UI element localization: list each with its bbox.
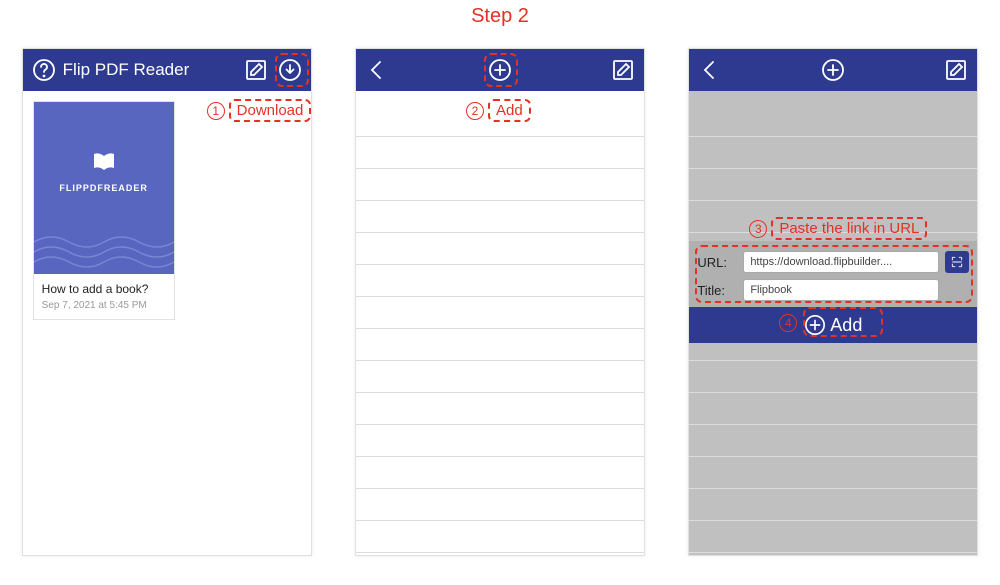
- add-button-label: Add: [830, 315, 862, 336]
- annotation-3-number: 3: [749, 220, 767, 238]
- annotation-1-text: Download: [229, 99, 312, 122]
- phone-screenshot-2: 2 Add: [355, 48, 645, 556]
- book-title: How to add a book?: [34, 274, 174, 300]
- annotation-1: 1 Download: [207, 99, 312, 122]
- phone-screenshot-3: URL: https://download.flipbuilder.... Ti…: [688, 48, 978, 556]
- phone-screenshot-1: Flip PDF Reader FLIPPDFREADER: [22, 48, 312, 556]
- title-input[interactable]: Flipbook: [743, 279, 939, 301]
- annotation-4-number: 4: [779, 314, 797, 332]
- url-input[interactable]: https://download.flipbuilder....: [743, 251, 939, 273]
- list-row: [356, 297, 644, 329]
- qr-scan-icon[interactable]: [945, 251, 969, 273]
- list-row: [356, 393, 644, 425]
- navbar-1: Flip PDF Reader: [23, 49, 311, 91]
- list-row: [689, 105, 977, 137]
- annotation-4: 4: [779, 314, 797, 332]
- book-cover: FLIPPDFREADER: [34, 102, 174, 274]
- title-label: Title:: [697, 283, 737, 298]
- list-row: [356, 329, 644, 361]
- book-date: Sep 7, 2021 at 5:45 PM: [34, 300, 174, 319]
- list-row: [356, 425, 644, 457]
- list-row: [356, 489, 644, 521]
- navbar-3: [689, 49, 977, 91]
- add-button[interactable]: Add: [689, 307, 977, 343]
- list-row: [689, 169, 977, 201]
- url-form-panel: URL: https://download.flipbuilder.... Ti…: [689, 241, 977, 343]
- back-icon[interactable]: [362, 55, 392, 85]
- waves-decoration: [34, 232, 174, 274]
- list-row: [356, 521, 644, 553]
- phones-row: Flip PDF Reader FLIPPDFREADER: [0, 48, 1000, 556]
- step-title: Step 2: [471, 5, 529, 28]
- app-title: Flip PDF Reader: [59, 60, 241, 80]
- list-row: [689, 521, 977, 553]
- list-area-2: [356, 91, 644, 555]
- list-row: [689, 137, 977, 169]
- url-label: URL:: [697, 255, 737, 270]
- book-brand: FLIPPDFREADER: [59, 183, 148, 193]
- list-row: [689, 457, 977, 489]
- list-row: [356, 201, 644, 233]
- annotation-2: 2 Add: [466, 99, 531, 122]
- plus-icon: [804, 314, 826, 336]
- list-row: [689, 489, 977, 521]
- edit-icon[interactable]: [608, 55, 638, 85]
- list-row: [356, 265, 644, 297]
- book-logo-icon: [91, 152, 117, 177]
- list-row: [356, 457, 644, 489]
- list-row: [689, 393, 977, 425]
- list-row: [356, 169, 644, 201]
- edit-icon[interactable]: [941, 55, 971, 85]
- annotation-2-number: 2: [466, 102, 484, 120]
- plus-icon[interactable]: [485, 55, 515, 85]
- download-icon[interactable]: [275, 55, 305, 85]
- list-row: [689, 425, 977, 457]
- book-card[interactable]: FLIPPDFREADER How to add a book? Sep 7, …: [33, 101, 175, 320]
- annotation-3: 3 Paste the link in URL: [749, 217, 927, 240]
- list-row: [356, 361, 644, 393]
- list-row: [689, 361, 977, 393]
- annotation-2-text: Add: [488, 99, 531, 122]
- help-icon[interactable]: [29, 55, 59, 85]
- list-row: [356, 137, 644, 169]
- annotation-1-number: 1: [207, 102, 225, 120]
- back-icon[interactable]: [695, 55, 725, 85]
- plus-icon[interactable]: [818, 55, 848, 85]
- annotation-3-text: Paste the link in URL: [771, 217, 927, 240]
- navbar-2: [356, 49, 644, 91]
- edit-icon[interactable]: [241, 55, 271, 85]
- list-row: [356, 233, 644, 265]
